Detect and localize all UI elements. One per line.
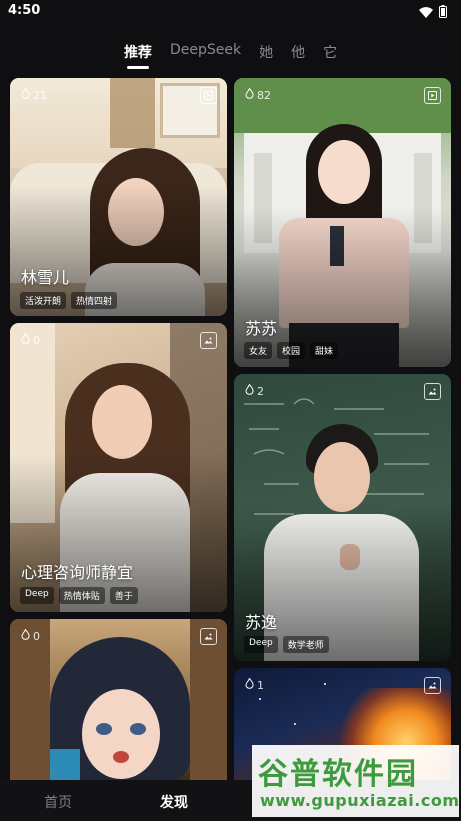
- watermark-title: 谷普软件园: [258, 757, 418, 792]
- card-tags: Deep 热情体贴 善于: [20, 587, 138, 604]
- flame-icon: [245, 677, 254, 692]
- nav-discover[interactable]: 发现: [160, 792, 188, 812]
- character-card-jingyi[interactable]: 0 心理咨询师静宜 Deep 热情体贴 善于: [10, 323, 227, 612]
- status-bar: 4:50: [0, 0, 461, 22]
- tag: 善于: [109, 587, 138, 604]
- flame-icon: [21, 87, 30, 102]
- tag: Deep: [20, 587, 54, 604]
- tab-recommend[interactable]: 推荐: [124, 42, 152, 62]
- tag: 女友: [244, 342, 273, 359]
- video-icon: [200, 87, 217, 104]
- card-title: 苏苏: [245, 319, 278, 338]
- tag: 热情体贴: [58, 587, 105, 604]
- tag: 活泼开朗: [20, 292, 67, 309]
- image-icon: [200, 332, 217, 349]
- like-count: 2: [245, 383, 264, 398]
- tab-her[interactable]: 她: [259, 42, 273, 62]
- like-count: 0: [21, 332, 40, 347]
- tag: 数学老师: [282, 636, 329, 653]
- flame-icon: [21, 628, 30, 643]
- like-count: 1: [245, 677, 264, 692]
- image-icon: [424, 677, 441, 694]
- tab-deepseek[interactable]: DeepSeek: [170, 42, 241, 58]
- card-title: 心理咨询师静宜: [21, 563, 134, 582]
- tab-him[interactable]: 他: [291, 42, 305, 62]
- watermark: 谷普软件园 www.gupuxiazai.com: [252, 745, 459, 817]
- category-tabs: 推荐 DeepSeek 她 他 它: [0, 42, 461, 70]
- flame-icon: [245, 87, 254, 102]
- like-count: 0: [21, 628, 40, 643]
- character-card-anime[interactable]: 0: [10, 619, 227, 780]
- like-count: 82: [245, 87, 271, 102]
- status-icons: [419, 3, 447, 22]
- tag: Deep: [244, 636, 278, 653]
- character-card-suyi[interactable]: 2 苏逸 Deep 数学老师: [234, 374, 451, 661]
- character-card-susu[interactable]: 82 苏苏 女友 校园 甜妹: [234, 78, 451, 367]
- flame-icon: [21, 332, 30, 347]
- tag: 校园: [277, 342, 306, 359]
- card-title: 林雪儿: [21, 268, 70, 287]
- status-time: 4:50: [8, 3, 41, 18]
- battery-icon: [439, 3, 447, 22]
- image-icon: [200, 628, 217, 645]
- tag: 热情四射: [71, 292, 118, 309]
- card-tags: 活泼开朗 热情四射: [20, 292, 118, 309]
- card-tags: Deep 数学老师: [244, 636, 329, 653]
- nav-home[interactable]: 首页: [44, 792, 72, 812]
- tab-it[interactable]: 它: [323, 42, 337, 62]
- like-count: 21: [21, 87, 47, 102]
- wifi-icon: [419, 3, 433, 22]
- card-title: 苏逸: [245, 613, 278, 632]
- tag: 甜妹: [310, 342, 339, 359]
- card-image: [10, 619, 227, 780]
- image-icon: [424, 383, 441, 400]
- character-card-linxueer[interactable]: 21 林雪儿 活泼开朗 热情四射: [10, 78, 227, 316]
- card-tags: 女友 校园 甜妹: [244, 342, 339, 359]
- flame-icon: [245, 383, 254, 398]
- video-icon: [424, 87, 441, 104]
- watermark-url: www.gupuxiazai.com: [260, 791, 460, 810]
